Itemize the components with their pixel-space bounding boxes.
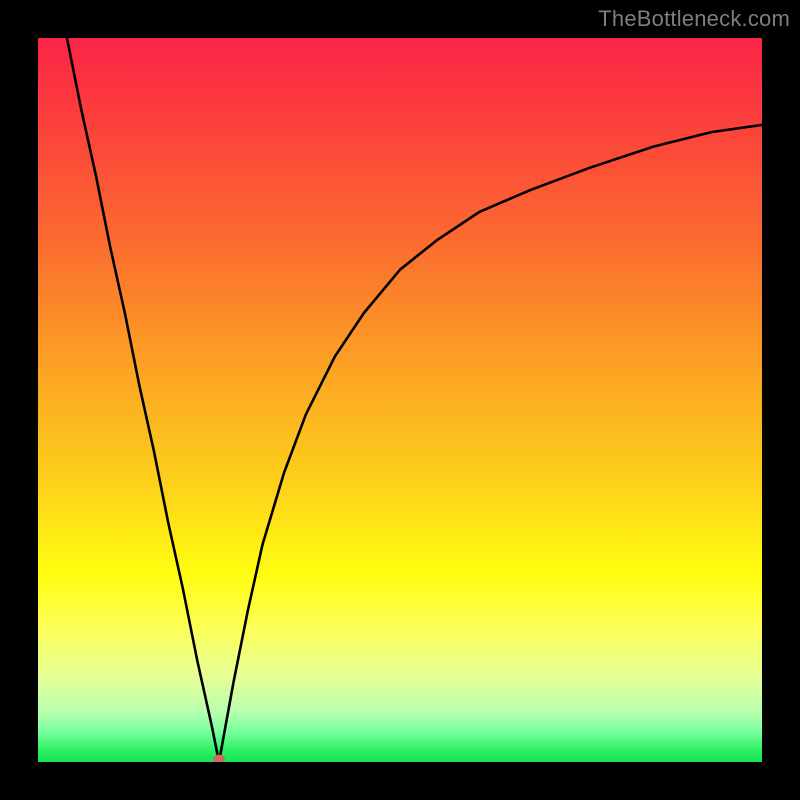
plot-area [38, 38, 762, 762]
watermark-text: TheBottleneck.com [598, 6, 790, 32]
minimum-marker [213, 755, 225, 763]
chart-frame: TheBottleneck.com [0, 0, 800, 800]
curve-right-branch [219, 125, 762, 762]
chart-curve-svg [38, 38, 762, 762]
curve-left-branch [67, 38, 219, 762]
